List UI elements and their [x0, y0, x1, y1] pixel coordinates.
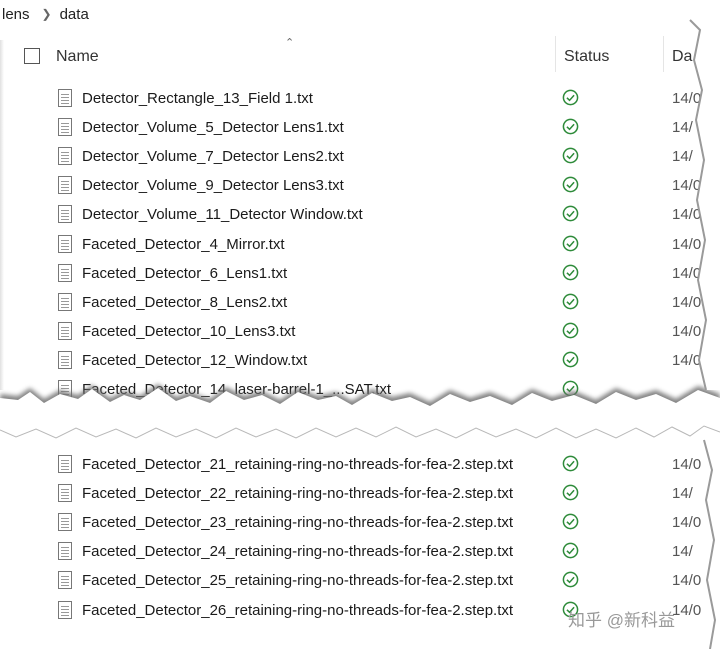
watermark: 知乎 @新科益 — [568, 611, 675, 630]
torn-paper-break — [0, 0, 720, 649]
